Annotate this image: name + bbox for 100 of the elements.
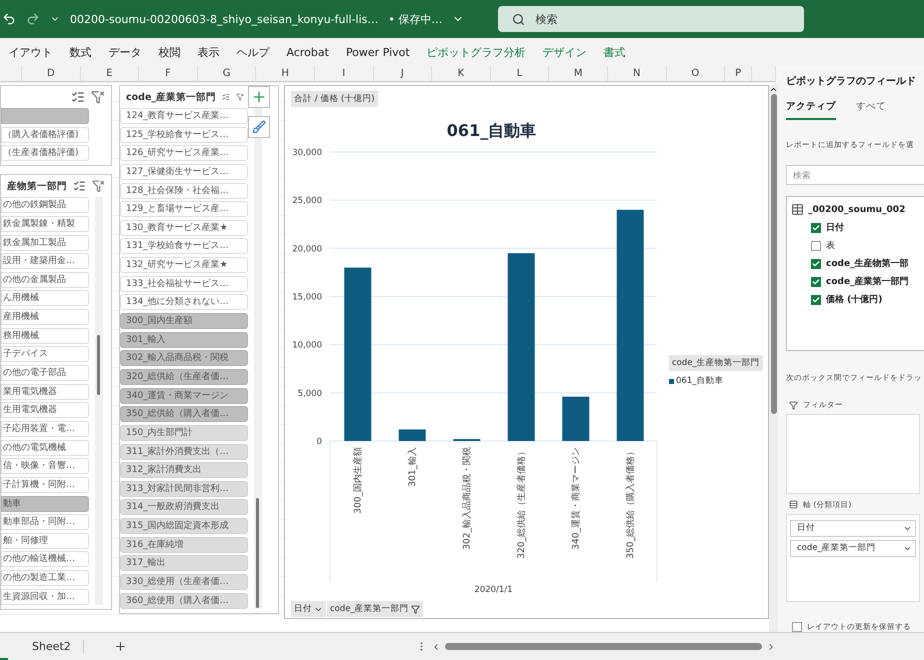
ribbon-tab[interactable]: 数式 bbox=[61, 44, 100, 60]
slicer-item[interactable]: 150_内生部門計 bbox=[120, 424, 248, 441]
field-label[interactable]: code_生産物第一部 bbox=[826, 257, 909, 270]
chart-style-button[interactable] bbox=[248, 116, 270, 138]
slicer-item[interactable]: 133_社会福祉サービス… bbox=[120, 276, 248, 292]
slicer-item[interactable]: 子応用装置・電… bbox=[1, 420, 89, 437]
column-header[interactable]: N bbox=[608, 66, 667, 81]
sheet-tab[interactable]: Sheet2 bbox=[20, 640, 84, 653]
checkbox[interactable] bbox=[811, 294, 821, 305]
field-label[interactable]: 日付 bbox=[826, 221, 844, 234]
slicer-item[interactable]: 317_輸出 bbox=[120, 555, 248, 572]
axis-field-button[interactable]: 日付 bbox=[291, 601, 326, 617]
slicer-item[interactable]: 300_国内生産額 bbox=[120, 313, 248, 330]
column-header[interactable]: G bbox=[198, 66, 256, 81]
slicer-item[interactable]: 312_家計消費支出 bbox=[120, 462, 248, 478]
slicer-item[interactable]: （生産者価格評価) bbox=[1, 145, 89, 162]
ribbon-tab[interactable]: Acrobat bbox=[278, 46, 338, 58]
column-header[interactable]: H bbox=[256, 66, 315, 81]
column-header[interactable]: L bbox=[490, 66, 550, 81]
slicer-item[interactable]: 311_家計外消費支出（… bbox=[120, 444, 248, 460]
slicer-item[interactable]: の他の金属製品 bbox=[1, 272, 89, 288]
slicer-item[interactable]: 320_総供給（生産者価… bbox=[120, 368, 248, 385]
slicer-item[interactable]: 務用機械 bbox=[1, 328, 89, 344]
ribbon-tab[interactable]: Power Pivot bbox=[337, 46, 418, 58]
slicer-item[interactable]: 生資源回収・加… bbox=[1, 588, 89, 605]
slicer-item[interactable]: の他の電気機械 bbox=[1, 440, 89, 456]
column-header[interactable]: P bbox=[725, 66, 752, 81]
add-sheet-icon[interactable] bbox=[114, 640, 127, 653]
slicer-item[interactable]: 132_研究サービス産業★ bbox=[120, 257, 248, 274]
slicer-item[interactable]: ん用機械 bbox=[1, 290, 89, 306]
undo-icon[interactable] bbox=[2, 12, 16, 26]
column-header[interactable]: J bbox=[374, 66, 432, 81]
column-header[interactable]: F bbox=[139, 66, 198, 81]
slicer-item[interactable]: 信・映像・音響… bbox=[1, 458, 89, 474]
multi-select-icon[interactable] bbox=[73, 179, 86, 194]
column-header[interactable]: O bbox=[666, 66, 726, 81]
slicer-item[interactable]: 子デバイス bbox=[1, 346, 89, 362]
slicer-item[interactable]: の他の輸送機械… bbox=[1, 551, 89, 568]
column-header[interactable]: K bbox=[432, 66, 491, 81]
slicer-item[interactable]: 330_総使用（生産者価… bbox=[120, 574, 248, 590]
checkbox[interactable] bbox=[811, 276, 821, 287]
slicer-item[interactable]: 134_他に分類されない… bbox=[120, 294, 248, 310]
redo-icon[interactable] bbox=[26, 12, 40, 26]
slicer-item[interactable]: 設用・建築用金… bbox=[1, 253, 89, 270]
table-name[interactable]: _00200_soumu_002 bbox=[808, 204, 906, 215]
search-field[interactable]: 検索 bbox=[498, 6, 804, 32]
scrollbar[interactable] bbox=[254, 108, 262, 609]
slicer-item[interactable]: 340_運賃・商業マージン bbox=[120, 388, 248, 404]
horizontal-scrollbar[interactable] bbox=[445, 643, 762, 650]
slicer-item[interactable]: 302_輸入品商品税・関税 bbox=[120, 350, 248, 366]
slicer-item[interactable]: 313_対家計民間非営利… bbox=[120, 480, 248, 497]
slicer-item[interactable]: 鉄金属加工製品 bbox=[1, 234, 89, 251]
ribbon-tab[interactable]: データ bbox=[100, 44, 150, 60]
ribbon-tab[interactable]: イアウト bbox=[0, 44, 61, 60]
slicer-item[interactable]: 業用電気機器 bbox=[1, 384, 89, 400]
axis-field-button[interactable]: code_産業第一部門 bbox=[327, 601, 423, 617]
slicer-item[interactable]: 124_教育サービス産業… bbox=[120, 108, 248, 124]
slicer-item[interactable]: 動車 bbox=[1, 496, 89, 512]
slicer-item[interactable]: の他の電子部品 bbox=[1, 365, 89, 382]
slicer-item[interactable]: 360_総使用（購入者価… bbox=[120, 592, 248, 609]
slicer-item[interactable]: 動車部品・同附… bbox=[1, 514, 89, 530]
legend-field-button[interactable]: code_生産物第一部門 bbox=[669, 355, 763, 371]
field-label[interactable]: 価格 (十億円) bbox=[826, 293, 882, 306]
slicer-item[interactable]: 125_学校給食サービス… bbox=[120, 126, 248, 143]
checkbox[interactable] bbox=[811, 240, 821, 251]
slicer-item[interactable]: 131_学校給食サービス… bbox=[120, 238, 248, 254]
ribbon-tab[interactable]: ヘルプ bbox=[228, 44, 278, 60]
slicer-item[interactable]: 128_社会保険・社会福… bbox=[120, 182, 248, 199]
pane-tab[interactable]: アクティブ bbox=[786, 100, 836, 120]
slicer-item[interactable]: 315_国内総固定資本形成 bbox=[120, 518, 248, 534]
ribbon-tab[interactable]: デザイン bbox=[534, 44, 596, 60]
slicer-item[interactable]: 316_在庫純増 bbox=[120, 536, 248, 553]
scroll-up-icon[interactable] bbox=[769, 85, 778, 94]
column-header[interactable]: D bbox=[22, 66, 81, 81]
slicer-item[interactable]: 129_と畜場サービス産… bbox=[120, 201, 248, 218]
clear-filter-icon[interactable] bbox=[91, 90, 105, 104]
add-element-button[interactable] bbox=[248, 86, 270, 108]
slicer-item[interactable]: 鉄金属製錬・精製 bbox=[1, 216, 89, 232]
area-field[interactable]: 日付 bbox=[790, 520, 916, 537]
slicer-item[interactable]: 126_研究サービス産業… bbox=[120, 145, 248, 162]
slicer-item[interactable]: 舶・同修理 bbox=[1, 532, 89, 549]
pane-tab[interactable]: すべて bbox=[856, 100, 886, 120]
column-header[interactable]: E bbox=[80, 66, 140, 81]
axis-area[interactable]: 日付 code_産業第一部門 bbox=[786, 514, 920, 602]
slicer-item[interactable]: の他の製造工業… bbox=[1, 570, 89, 586]
field-label[interactable]: 表 bbox=[826, 239, 835, 252]
ribbon-tab[interactable]: 表示 bbox=[189, 44, 228, 60]
ribbon-tab[interactable]: ピボットグラフ分析 bbox=[418, 44, 534, 60]
vertical-scrollbar[interactable] bbox=[769, 85, 778, 632]
checkbox[interactable] bbox=[811, 258, 821, 269]
slicer-item[interactable]: 314_一般政府消費支出 bbox=[120, 499, 248, 516]
ribbon-tab[interactable]: 書式 bbox=[595, 44, 634, 60]
search-field[interactable]: 検索 bbox=[786, 165, 924, 185]
slicer-item[interactable]: 350_総供給（購入者価… bbox=[120, 406, 248, 422]
ribbon-tab[interactable]: 校閲 bbox=[150, 44, 189, 60]
field-label[interactable]: code_産業第一部門 bbox=[826, 275, 909, 288]
column-header[interactable]: M bbox=[549, 66, 608, 81]
multi-select-icon[interactable] bbox=[71, 90, 85, 104]
slicer-item[interactable]: 子計算機・同附… bbox=[1, 476, 89, 493]
scrollbar[interactable] bbox=[95, 197, 103, 605]
